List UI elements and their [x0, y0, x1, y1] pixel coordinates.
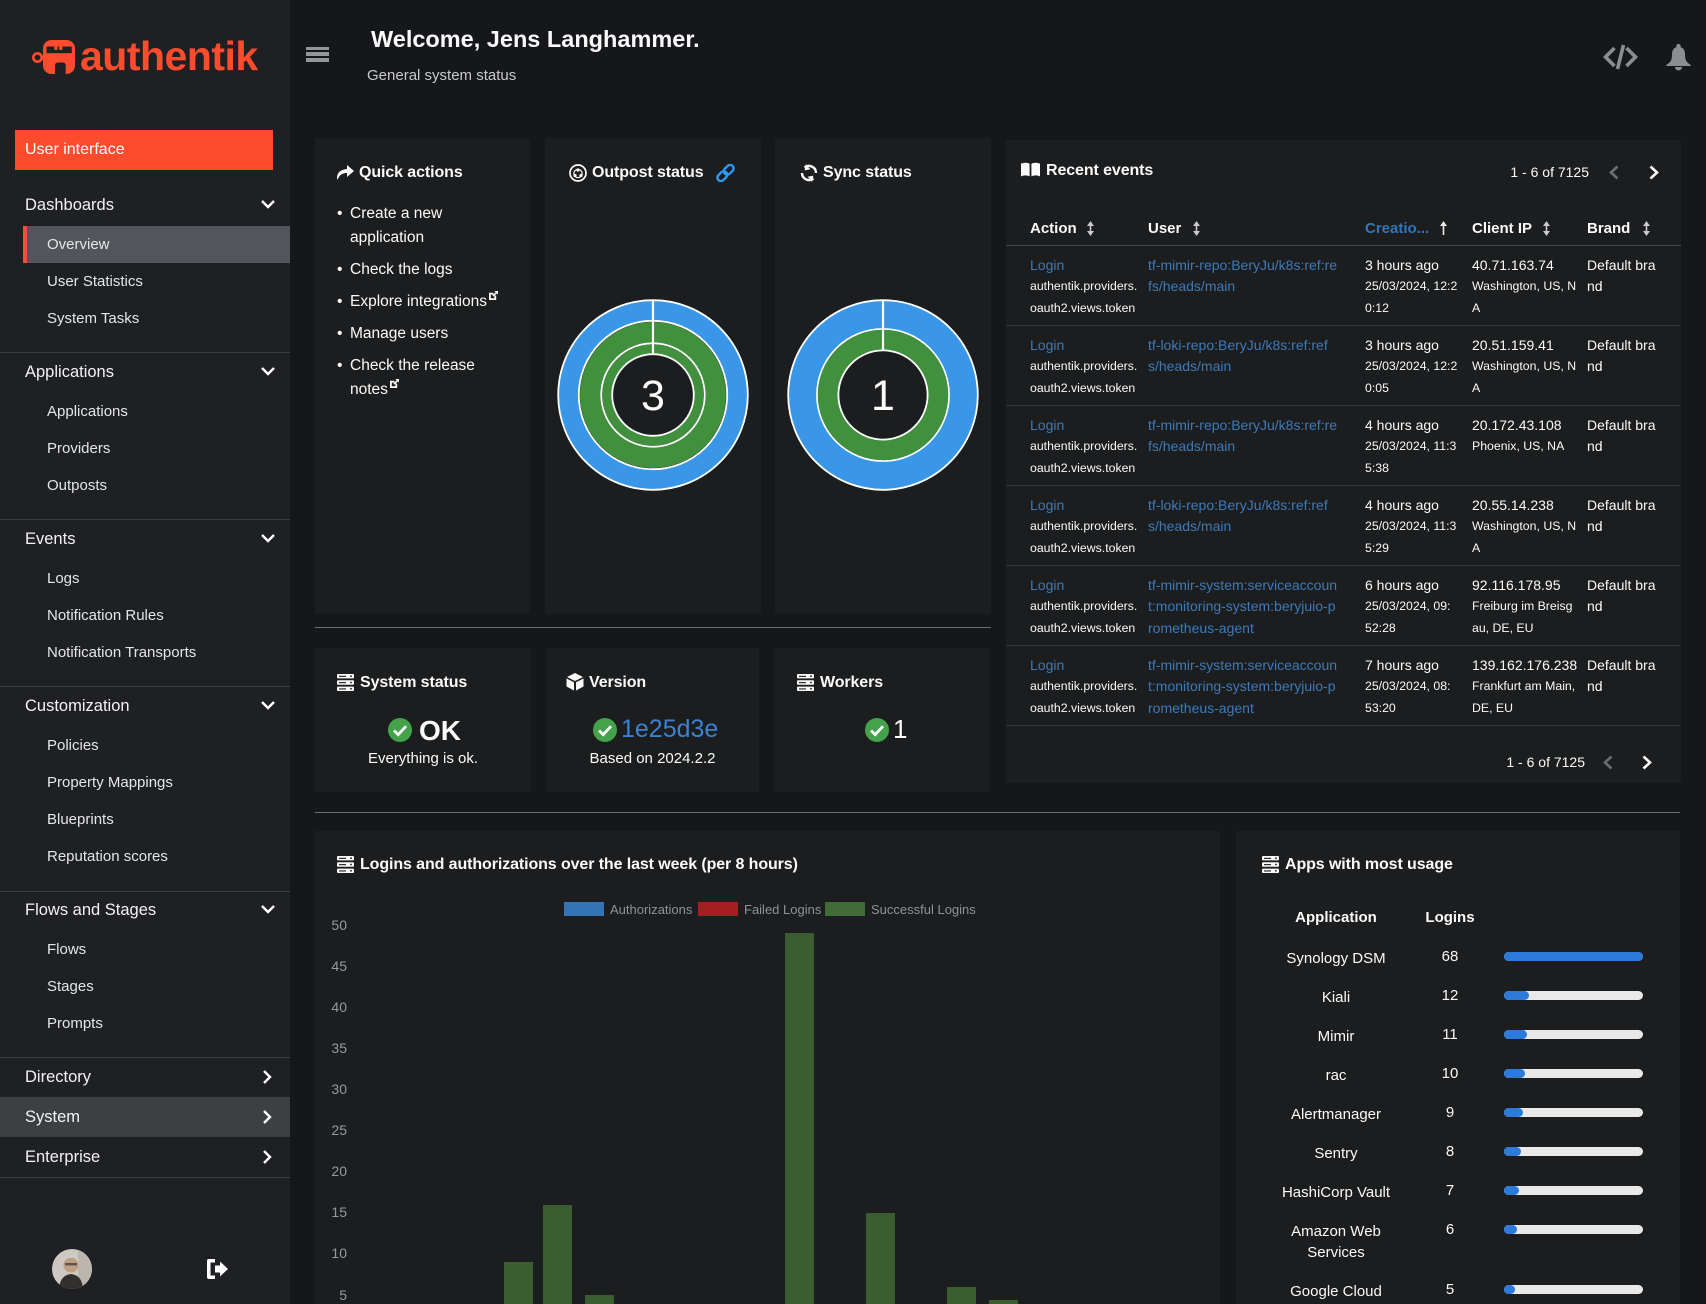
svg-text:1: 1: [871, 372, 895, 420]
svg-text:3: 3: [641, 372, 665, 420]
